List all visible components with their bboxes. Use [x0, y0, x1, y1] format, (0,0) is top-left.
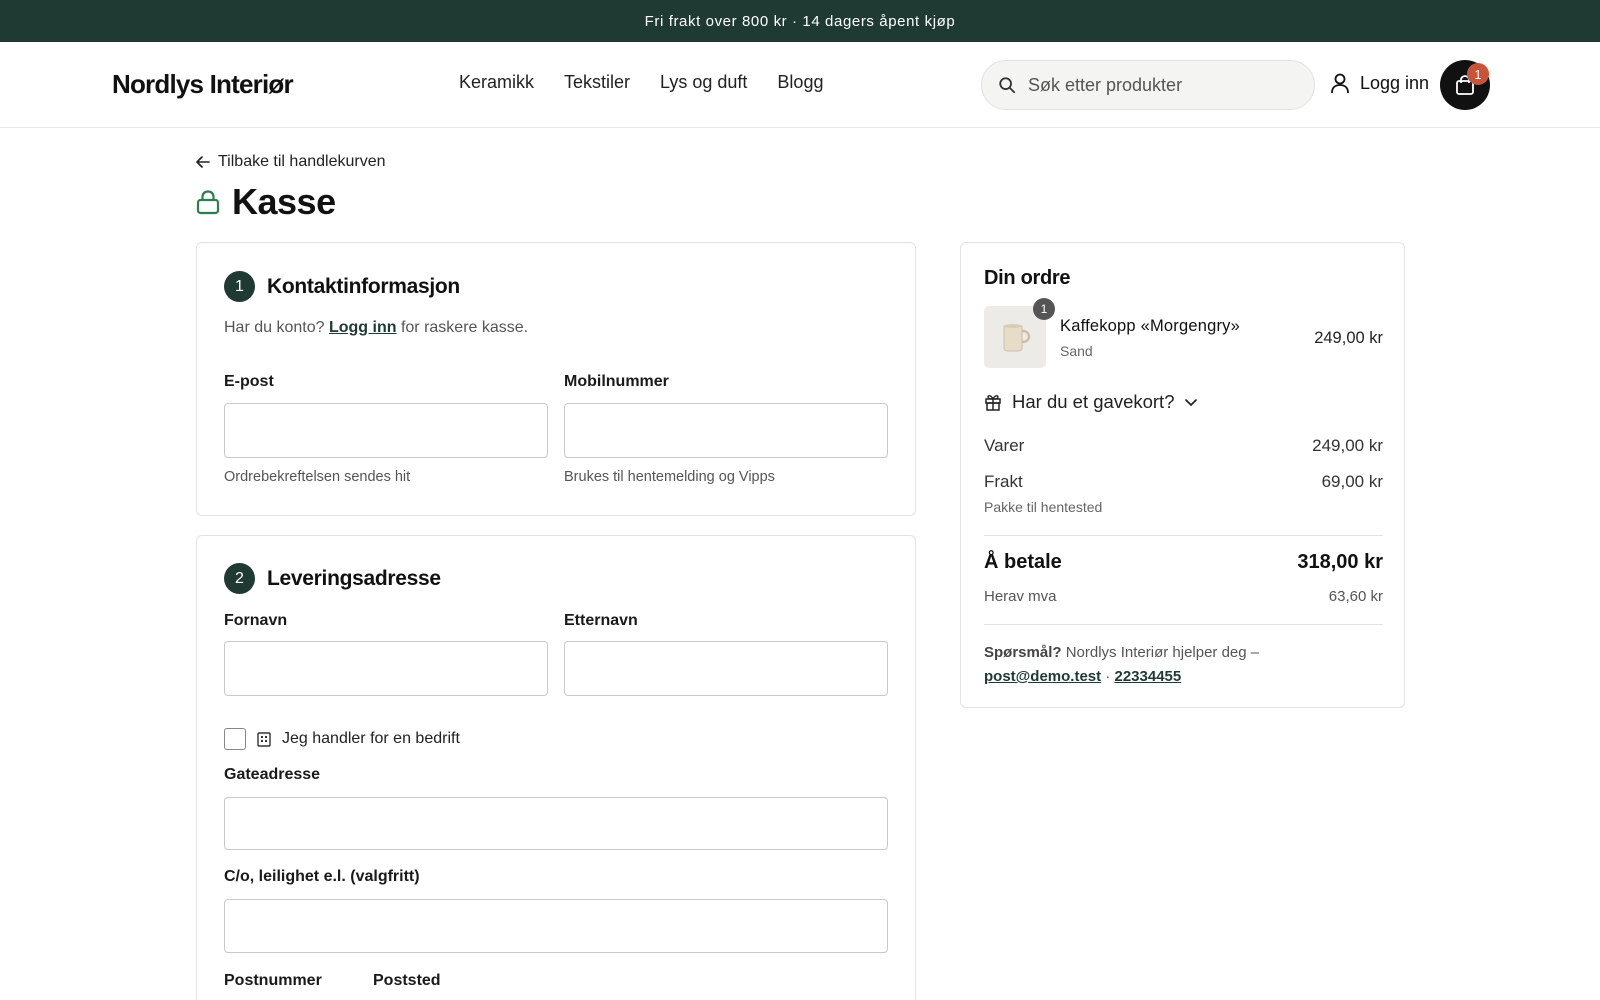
gift-card-label: Har du et gavekort?: [1012, 391, 1175, 412]
cart-count-badge: 1: [1467, 63, 1489, 85]
email-help: Ordrebekreftelsen sendes hit: [224, 469, 411, 485]
items-row: Varer 249,00 kr: [984, 436, 1383, 456]
business-checkbox[interactable]: [224, 728, 246, 750]
email-label: E-post: [224, 373, 274, 390]
step-number: 1: [224, 271, 255, 302]
help-phone-link[interactable]: 22334455: [1114, 668, 1181, 685]
logo[interactable]: Nordlys Interiør: [112, 69, 294, 100]
order-title: Din ordre: [984, 267, 1071, 289]
business-label: Jeg handler for en bedrift: [282, 730, 460, 747]
back-to-cart-link[interactable]: Tilbake til handlekurven: [196, 153, 386, 171]
back-label: Tilbake til handlekurven: [218, 153, 386, 170]
nav-item-keramikk[interactable]: Keramikk: [459, 72, 534, 93]
phone-help: Brukes til hentemelding og Vipps: [564, 469, 775, 485]
divider: [984, 535, 1383, 536]
help-separator: ·: [1105, 668, 1111, 685]
help-prefix: Spørsmål?: [984, 644, 1062, 661]
product-name: Kaffekopp «Morgengry»: [1060, 317, 1241, 335]
nav-item-blogg[interactable]: Blogg: [777, 72, 823, 93]
lastname-label: Etternavn: [564, 612, 638, 629]
site-header: Nordlys Interiør Keramikk Tekstiler Lys …: [0, 42, 1600, 128]
phone-label: Mobilnummer: [564, 373, 669, 390]
delivery-header: 2 Leveringsadresse: [224, 563, 441, 594]
co-label: C/o, leilighet e.l. (valgfritt): [224, 868, 420, 885]
login-label: Logg inn: [1360, 72, 1430, 93]
street-label: Gateadresse: [224, 766, 321, 783]
main-nav: Keramikk Tekstiler Lys og duft Blogg: [459, 72, 823, 93]
total-value: 318,00 kr: [1297, 551, 1383, 573]
firstname-label: Fornavn: [224, 612, 288, 629]
street-field[interactable]: [224, 797, 888, 850]
business-checkbox-row[interactable]: Jeg handler for en bedrift: [224, 728, 460, 750]
postcode-label: Postnummer: [224, 972, 322, 989]
city-label: Poststed: [373, 972, 441, 989]
building-icon: [257, 732, 271, 747]
delivery-section: 2 Leveringsadresse Fornavn Etternavn Jeg…: [196, 535, 916, 1000]
shipping-note: Pakke til hentested: [984, 499, 1103, 515]
co-field[interactable]: [224, 899, 888, 953]
total-label: Å betale: [984, 551, 1062, 573]
nav-item-lys-og-duft[interactable]: Lys og duft: [660, 72, 747, 93]
search-input[interactable]: [1028, 74, 1288, 96]
gift-card-toggle[interactable]: Har du et gavekort?: [984, 391, 1198, 413]
contact-section: 1 Kontaktinformasjon Har du konto? Logg …: [196, 242, 916, 516]
promo-bar: Fri frakt over 800 kr · 14 dagers åpent …: [0, 0, 1600, 42]
chevron-down-icon: [1185, 399, 1198, 406]
contact-header: 1 Kontaktinformasjon: [224, 271, 460, 302]
nav-item-tekstiler[interactable]: Tekstiler: [564, 72, 630, 93]
step-number: 2: [224, 563, 255, 594]
search-icon: [999, 77, 1016, 94]
lastname-field[interactable]: [564, 641, 888, 696]
help-body: Nordlys Interiør hjelper deg –: [1065, 644, 1260, 661]
shipping-row: Frakt 69,00 kr: [984, 472, 1383, 492]
mug-icon: [1003, 324, 1031, 352]
section-title: Leveringsadresse: [267, 566, 441, 590]
search-box[interactable]: [981, 60, 1315, 110]
items-label: Varer: [984, 436, 1025, 455]
help-email-link[interactable]: post@demo.test: [984, 668, 1101, 685]
items-value: 249,00 kr: [1312, 436, 1383, 455]
section-title: Kontaktinformasjon: [267, 274, 460, 298]
arrow-left-icon: [196, 156, 210, 168]
product-variant: Sand: [1060, 343, 1093, 359]
account-prompt: Har du konto? Logg inn for raskere kasse…: [224, 319, 528, 337]
vat-row: Herav mva 63,60 kr: [984, 588, 1383, 605]
account-suffix: for raskere kasse.: [400, 319, 529, 336]
login-button[interactable]: Logg inn: [1330, 72, 1429, 94]
shipping-value: 69,00 kr: [1321, 472, 1383, 491]
firstname-field[interactable]: [224, 641, 548, 696]
account-prefix: Har du konto?: [224, 319, 325, 336]
gift-icon: [985, 395, 1001, 411]
promo-text: Fri frakt over 800 kr · 14 dagers åpent …: [644, 12, 956, 30]
email-field[interactable]: [224, 403, 548, 458]
divider: [984, 624, 1383, 625]
help-text: Spørsmål? Nordlys Interiør hjelper deg –…: [984, 641, 1384, 689]
quantity-badge: 1: [1033, 298, 1055, 320]
phone-field[interactable]: [564, 403, 888, 458]
order-summary: Din ordre 1 Kaffekopp «Morgengry» Sand 2…: [960, 242, 1405, 708]
page-title: Kasse: [232, 181, 336, 222]
total-row: Å betale 318,00 kr: [984, 551, 1383, 574]
login-link[interactable]: Logg inn: [329, 319, 397, 336]
lock-icon: [196, 190, 220, 215]
shipping-label: Frakt: [984, 472, 1023, 491]
vat-label: Herav mva: [984, 588, 1057, 605]
vat-value: 63,60 kr: [1328, 588, 1383, 605]
product-price: 249,00 kr: [1314, 329, 1383, 347]
page-title-row: Kasse: [196, 181, 336, 223]
user-icon: [1331, 73, 1349, 94]
